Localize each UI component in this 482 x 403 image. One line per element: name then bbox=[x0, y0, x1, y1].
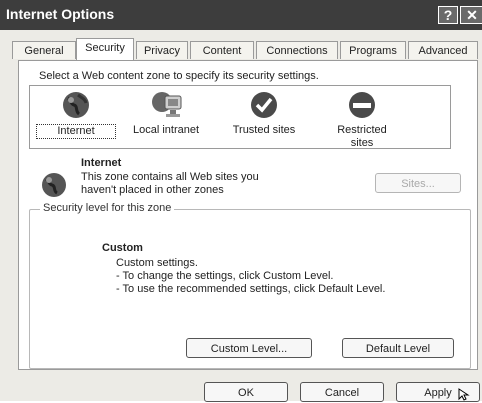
sites-button[interactable]: Sites... bbox=[375, 173, 461, 193]
zone-title: Internet bbox=[81, 157, 122, 169]
zone-description-line1: This zone contains all Web sites you bbox=[81, 171, 259, 183]
zone-internet[interactable]: Internet bbox=[36, 90, 116, 139]
computer-icon bbox=[152, 92, 182, 117]
security-level-line2: - To change the settings, click Custom L… bbox=[116, 270, 334, 282]
zone-restricted-sites[interactable]: Restricted sites bbox=[322, 90, 402, 150]
tab-general[interactable]: General bbox=[12, 41, 76, 59]
internet-options-dialog: Internet Options ? ✕ General Security Pr… bbox=[0, 0, 482, 402]
security-level-title: Custom bbox=[102, 242, 143, 254]
checkmark-icon bbox=[251, 92, 277, 118]
tab-advanced[interactable]: Advanced bbox=[408, 41, 478, 59]
tab-connections[interactable]: Connections bbox=[256, 41, 338, 59]
zone-label-trusted-sites: Trusted sites bbox=[232, 124, 296, 136]
zone-label-restricted-sites: Restricted sites bbox=[337, 124, 387, 149]
security-level-line1: Custom settings. bbox=[116, 257, 198, 269]
security-panel: Select a Web content zone to specify its… bbox=[18, 60, 478, 370]
zone-label-local-intranet: Local intranet bbox=[132, 124, 200, 136]
custom-level-button[interactable]: Custom Level... bbox=[186, 338, 312, 358]
no-entry-icon bbox=[349, 92, 375, 118]
tab-programs[interactable]: Programs bbox=[340, 41, 406, 59]
zone-description-line2: haven't placed in other zones bbox=[81, 184, 224, 196]
zone-list: Internet Local intranet Trusted sites Re… bbox=[29, 85, 451, 149]
ok-button[interactable]: OK bbox=[204, 382, 288, 402]
security-level-line3: - To use the recommended settings, click… bbox=[116, 283, 386, 295]
zone-local-intranet[interactable]: Local intranet bbox=[126, 90, 206, 137]
security-level-group: Security level for this zone Custom Cust… bbox=[29, 202, 471, 369]
zone-trusted-sites[interactable]: Trusted sites bbox=[224, 90, 304, 137]
default-level-button[interactable]: Default Level bbox=[342, 338, 454, 358]
internet-zone-globe-icon bbox=[42, 173, 66, 197]
zone-label-internet: Internet bbox=[36, 124, 116, 139]
globe-icon bbox=[63, 92, 89, 118]
close-button[interactable]: ✕ bbox=[460, 6, 482, 24]
tab-security[interactable]: Security bbox=[76, 38, 134, 60]
dialog-title: Internet Options bbox=[6, 6, 115, 22]
tab-content[interactable]: Content bbox=[190, 41, 254, 59]
security-level-label: Security level for this zone bbox=[40, 202, 175, 214]
help-button[interactable]: ? bbox=[438, 6, 458, 24]
zone-instruction: Select a Web content zone to specify its… bbox=[39, 70, 319, 82]
cancel-button[interactable]: Cancel bbox=[300, 382, 384, 402]
mouse-cursor-icon bbox=[458, 388, 470, 401]
title-bar[interactable]: Internet Options ? ✕ bbox=[0, 0, 482, 30]
tab-privacy[interactable]: Privacy bbox=[136, 41, 188, 59]
